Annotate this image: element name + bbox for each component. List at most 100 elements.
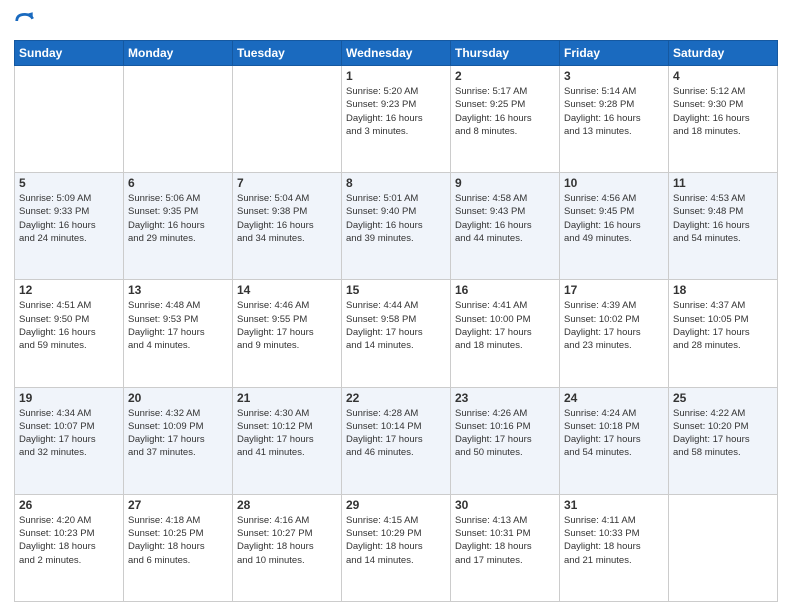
day-info: Sunrise: 4:28 AM Sunset: 10:14 PM Daylig… [346, 407, 446, 460]
day-info: Sunrise: 4:44 AM Sunset: 9:58 PM Dayligh… [346, 299, 446, 352]
day-info: Sunrise: 4:56 AM Sunset: 9:45 PM Dayligh… [564, 192, 664, 245]
day-number: 1 [346, 69, 446, 83]
day-number: 30 [455, 498, 555, 512]
calendar-week-row: 5 Sunrise: 5:09 AM Sunset: 9:33 PM Daylig… [15, 173, 778, 280]
day-info: Sunrise: 5:01 AM Sunset: 9:40 PM Dayligh… [346, 192, 446, 245]
weekday-header-row: SundayMondayTuesdayWednesdayThursdayFrid… [15, 41, 778, 66]
day-number: 7 [237, 176, 337, 190]
day-number: 17 [564, 283, 664, 297]
day-info: Sunrise: 4:41 AM Sunset: 10:00 PM Daylig… [455, 299, 555, 352]
day-number: 31 [564, 498, 664, 512]
day-number: 24 [564, 391, 664, 405]
calendar-cell: 10Sunrise: 4:56 AM Sunset: 9:45 PM Dayli… [560, 173, 669, 280]
day-info: Sunrise: 4:13 AM Sunset: 10:31 PM Daylig… [455, 514, 555, 567]
calendar-cell: 1 Sunrise: 5:20 AM Sunset: 9:23 PM Daylig… [342, 66, 451, 173]
weekday-header-sunday: Sunday [15, 41, 124, 66]
day-info: Sunrise: 5:17 AM Sunset: 9:25 PM Dayligh… [455, 85, 555, 138]
calendar-cell: 30 Sunrise: 4:13 AM Sunset: 10:31 PM Dayl… [451, 494, 560, 601]
calendar-week-row: 1 Sunrise: 5:20 AM Sunset: 9:23 PM Daylig… [15, 66, 778, 173]
calendar-cell [669, 494, 778, 601]
calendar-cell: 17 Sunrise: 4:39 AM Sunset: 10:02 PM Dayl… [560, 280, 669, 387]
day-number: 9 [455, 176, 555, 190]
day-info: Sunrise: 5:12 AM Sunset: 9:30 PM Dayligh… [673, 85, 773, 138]
day-info: Sunrise: 4:34 AM Sunset: 10:07 PM Daylig… [19, 407, 119, 460]
day-number: 3 [564, 69, 664, 83]
calendar-cell: 6 Sunrise: 5:06 AM Sunset: 9:35 PM Daylig… [124, 173, 233, 280]
day-number: 26 [19, 498, 119, 512]
day-number: 8 [346, 176, 446, 190]
calendar-cell: 21 Sunrise: 4:30 AM Sunset: 10:12 PM Dayl… [233, 387, 342, 494]
weekday-header-monday: Monday [124, 41, 233, 66]
calendar-cell: 16 Sunrise: 4:41 AM Sunset: 10:00 PM Dayl… [451, 280, 560, 387]
day-info: Sunrise: 4:53 AM Sunset: 9:48 PM Dayligh… [673, 192, 773, 245]
calendar-cell: 23 Sunrise: 4:26 AM Sunset: 10:16 PM Dayl… [451, 387, 560, 494]
calendar-cell: 24 Sunrise: 4:24 AM Sunset: 10:18 PM Dayl… [560, 387, 669, 494]
day-number: 21 [237, 391, 337, 405]
calendar-cell: 5 Sunrise: 5:09 AM Sunset: 9:33 PM Daylig… [15, 173, 124, 280]
weekday-header-tuesday: Tuesday [233, 41, 342, 66]
day-info: Sunrise: 4:46 AM Sunset: 9:55 PM Dayligh… [237, 299, 337, 352]
day-number: 19 [19, 391, 119, 405]
calendar-cell: 27Sunrise: 4:18 AM Sunset: 10:25 PM Dayl… [124, 494, 233, 601]
calendar-table: SundayMondayTuesdayWednesdayThursdayFrid… [14, 40, 778, 602]
calendar-cell: 25 Sunrise: 4:22 AM Sunset: 10:20 PM Dayl… [669, 387, 778, 494]
calendar-cell: 4 Sunrise: 5:12 AM Sunset: 9:30 PM Daylig… [669, 66, 778, 173]
day-info: Sunrise: 4:32 AM Sunset: 10:09 PM Daylig… [128, 407, 228, 460]
day-number: 6 [128, 176, 228, 190]
day-number: 16 [455, 283, 555, 297]
day-number: 20 [128, 391, 228, 405]
day-number: 14 [237, 283, 337, 297]
calendar-cell: 31 Sunrise: 4:11 AM Sunset: 10:33 PM Dayl… [560, 494, 669, 601]
day-number: 15 [346, 283, 446, 297]
calendar-cell: 22 Sunrise: 4:28 AM Sunset: 10:14 PM Dayl… [342, 387, 451, 494]
day-info: Sunrise: 4:11 AM Sunset: 10:33 PM Daylig… [564, 514, 664, 567]
day-info: Sunrise: 5:06 AM Sunset: 9:35 PM Dayligh… [128, 192, 228, 245]
day-info: Sunrise: 4:18 AM Sunset: 10:25 PM Daylig… [128, 514, 228, 567]
day-info: Sunrise: 4:20 AM Sunset: 10:23 PM Daylig… [19, 514, 119, 567]
day-number: 28 [237, 498, 337, 512]
day-info: Sunrise: 5:09 AM Sunset: 9:33 PM Dayligh… [19, 192, 119, 245]
calendar-cell [124, 66, 233, 173]
calendar-header: SundayMondayTuesdayWednesdayThursdayFrid… [15, 41, 778, 66]
day-number: 22 [346, 391, 446, 405]
day-info: Sunrise: 5:20 AM Sunset: 9:23 PM Dayligh… [346, 85, 446, 138]
day-number: 13 [128, 283, 228, 297]
day-number: 11 [673, 176, 773, 190]
calendar-cell: 3 Sunrise: 5:14 AM Sunset: 9:28 PM Daylig… [560, 66, 669, 173]
calendar-cell: 11 Sunrise: 4:53 AM Sunset: 9:48 PM Dayli… [669, 173, 778, 280]
weekday-header-thursday: Thursday [451, 41, 560, 66]
day-info: Sunrise: 4:51 AM Sunset: 9:50 PM Dayligh… [19, 299, 119, 352]
day-info: Sunrise: 4:30 AM Sunset: 10:12 PM Daylig… [237, 407, 337, 460]
header [14, 10, 778, 32]
calendar-cell: 7 Sunrise: 5:04 AM Sunset: 9:38 PM Daylig… [233, 173, 342, 280]
page: SundayMondayTuesdayWednesdayThursdayFrid… [0, 0, 792, 612]
calendar-cell: 12Sunrise: 4:51 AM Sunset: 9:50 PM Dayli… [15, 280, 124, 387]
day-info: Sunrise: 4:16 AM Sunset: 10:27 PM Daylig… [237, 514, 337, 567]
day-info: Sunrise: 4:48 AM Sunset: 9:53 PM Dayligh… [128, 299, 228, 352]
day-number: 18 [673, 283, 773, 297]
day-info: Sunrise: 5:04 AM Sunset: 9:38 PM Dayligh… [237, 192, 337, 245]
day-info: Sunrise: 4:39 AM Sunset: 10:02 PM Daylig… [564, 299, 664, 352]
day-number: 2 [455, 69, 555, 83]
day-number: 23 [455, 391, 555, 405]
day-number: 29 [346, 498, 446, 512]
day-info: Sunrise: 5:14 AM Sunset: 9:28 PM Dayligh… [564, 85, 664, 138]
day-number: 4 [673, 69, 773, 83]
calendar-cell: 20 Sunrise: 4:32 AM Sunset: 10:09 PM Dayl… [124, 387, 233, 494]
day-info: Sunrise: 4:24 AM Sunset: 10:18 PM Daylig… [564, 407, 664, 460]
day-number: 25 [673, 391, 773, 405]
day-info: Sunrise: 4:26 AM Sunset: 10:16 PM Daylig… [455, 407, 555, 460]
calendar-cell [233, 66, 342, 173]
calendar-cell: 18Sunrise: 4:37 AM Sunset: 10:05 PM Dayl… [669, 280, 778, 387]
calendar-cell: 8 Sunrise: 5:01 AM Sunset: 9:40 PM Daylig… [342, 173, 451, 280]
calendar-cell: 14 Sunrise: 4:46 AM Sunset: 9:55 PM Dayli… [233, 280, 342, 387]
logo [14, 10, 38, 32]
day-info: Sunrise: 4:22 AM Sunset: 10:20 PM Daylig… [673, 407, 773, 460]
calendar-cell: 9Sunrise: 4:58 AM Sunset: 9:43 PM Daylig… [451, 173, 560, 280]
calendar-cell: 29Sunrise: 4:15 AM Sunset: 10:29 PM Dayl… [342, 494, 451, 601]
day-number: 5 [19, 176, 119, 190]
calendar-week-row: 12Sunrise: 4:51 AM Sunset: 9:50 PM Dayli… [15, 280, 778, 387]
calendar-cell: 13 Sunrise: 4:48 AM Sunset: 9:53 PM Dayli… [124, 280, 233, 387]
weekday-header-saturday: Saturday [669, 41, 778, 66]
weekday-header-friday: Friday [560, 41, 669, 66]
